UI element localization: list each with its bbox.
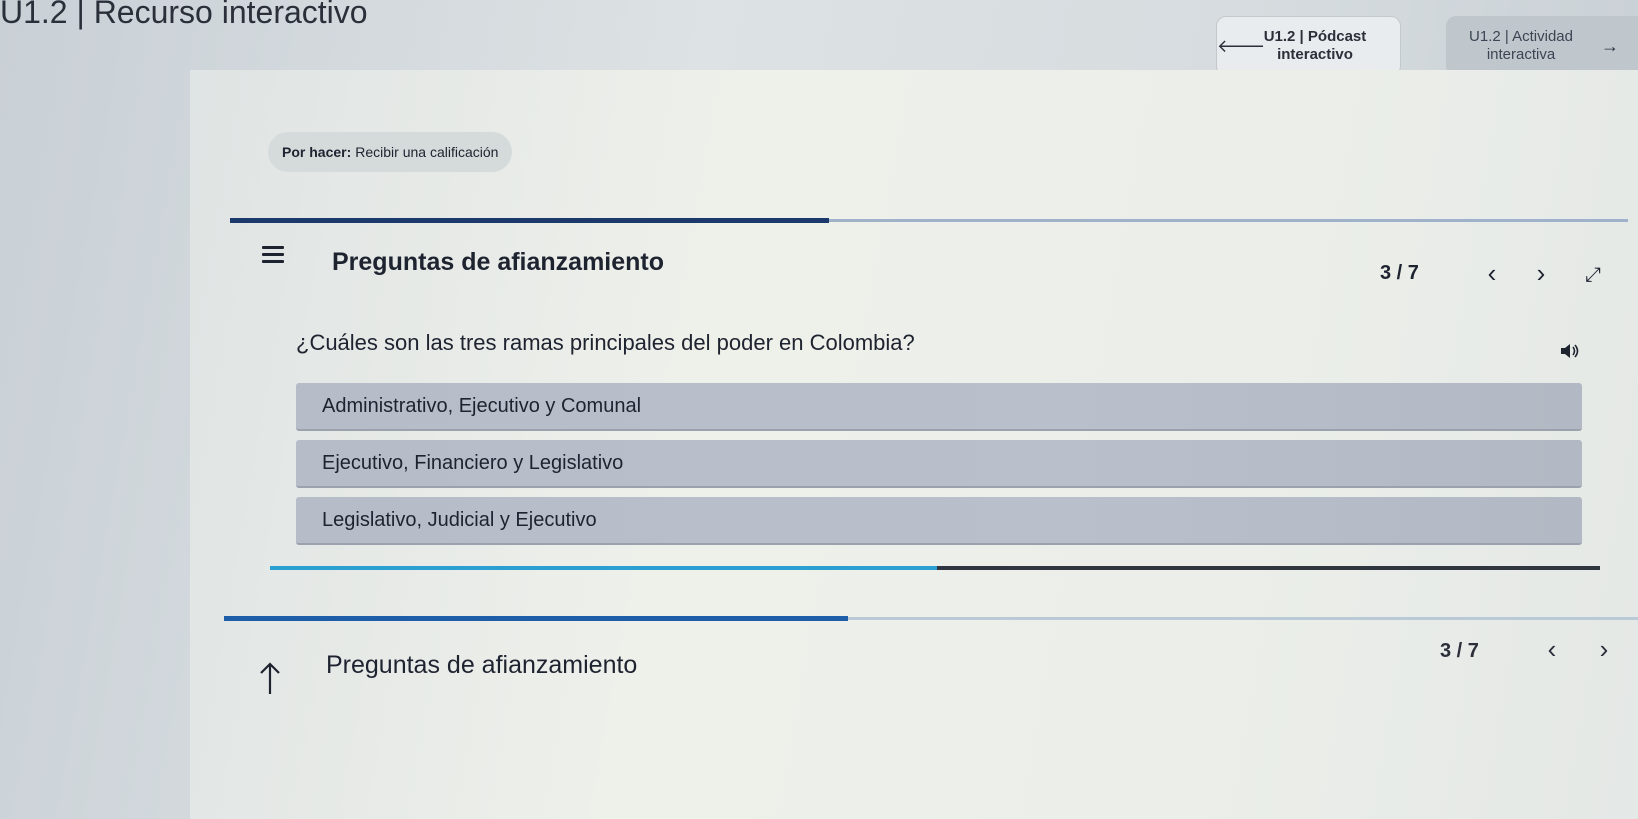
answer-option[interactable]: Legislativo, Judicial y Ejecutivo [296, 497, 1582, 545]
todo-badge: Por hacer: Recibir una calificación [268, 132, 513, 172]
fullscreen-icon[interactable]: ⤢ [1578, 264, 1608, 287]
chevron-right-icon[interactable]: › [1589, 634, 1619, 665]
collapsed-progress-fill [224, 616, 849, 621]
speaker-icon[interactable] [1560, 343, 1580, 359]
quiz-progress-fill [230, 218, 830, 223]
quiz-title: Preguntas de afianzamiento [332, 248, 665, 276]
quiz-bottom-progress-bar [270, 566, 1600, 571]
collapsed-progress-remaining [848, 617, 1638, 620]
quiz-bottom-progress-fill [270, 566, 937, 570]
question-counter: 3 / 7 [1380, 262, 1419, 284]
question-text: ¿Cuáles son las tres ramas principales d… [296, 330, 915, 355]
answer-option-label: Ejecutivo, Financiero y Legislativo [322, 451, 624, 474]
arrow-right-icon: → [1601, 35, 1619, 56]
chevron-left-icon[interactable]: ‹ [1537, 634, 1567, 665]
page-title: U1.2 | Recurso interactivo [0, 0, 368, 30]
answer-option-label: Administrativo, Ejecutivo y Comunal [322, 394, 642, 417]
collapsed-question-counter: 3 / 7 [1440, 640, 1479, 662]
quiz-bottom-progress-remaining [936, 566, 1600, 570]
next-resource-label: U1.2 | Actividad interactiva [1469, 28, 1573, 63]
arrow-up-icon[interactable] [258, 662, 282, 696]
menu-icon[interactable] [262, 246, 284, 264]
quiz-progress-remaining [829, 219, 1628, 222]
chevron-right-icon[interactable]: › [1526, 258, 1556, 289]
todo-prefix: Por hacer: [282, 144, 352, 160]
collapsed-progress-bar [224, 616, 1638, 621]
answer-option[interactable]: Administrativo, Ejecutivo y Comunal [296, 383, 1582, 431]
chevron-left-icon[interactable]: ‹ [1477, 258, 1507, 289]
arrow-left-icon: 🡐 [1217, 35, 1266, 56]
answer-option-label: Legislativo, Judicial y Ejecutivo [322, 508, 597, 531]
todo-text: Recibir una calificación [355, 144, 499, 160]
prev-resource-button[interactable]: 🡐 U1.2 | Pódcast interactivo [1216, 16, 1401, 76]
quiz-progress-bar [230, 218, 1628, 223]
answer-option[interactable]: Ejecutivo, Financiero y Legislativo [296, 440, 1582, 488]
next-resource-button[interactable]: U1.2 | Actividad interactiva → [1446, 16, 1638, 76]
collapsed-quiz-title: Preguntas de afianzamiento [326, 651, 638, 679]
prev-resource-label: U1.2 | Pódcast interactivo [1263, 28, 1367, 63]
